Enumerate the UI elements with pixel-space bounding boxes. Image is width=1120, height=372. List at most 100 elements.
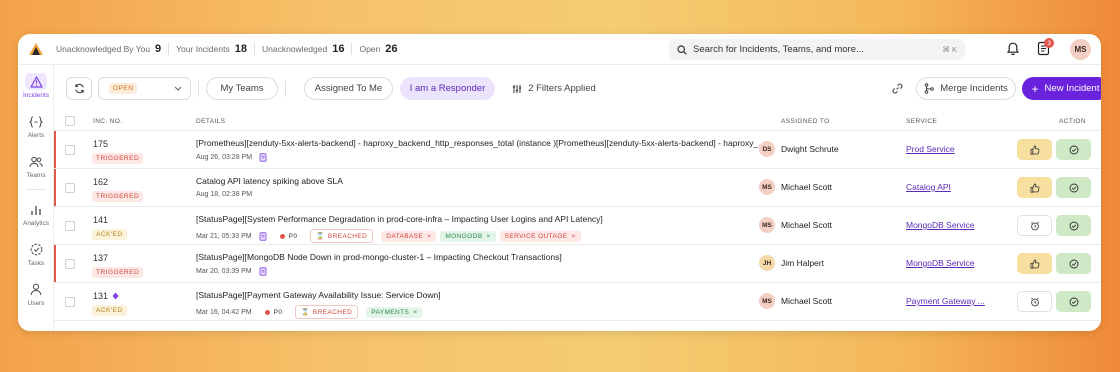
- assignee[interactable]: MS Michael Scott: [759, 293, 832, 309]
- acknowledge-button[interactable]: [1017, 177, 1052, 198]
- table-row[interactable]: 162 TRIGGERED Catalog API latency spikin…: [54, 169, 1101, 207]
- resolve-button[interactable]: [1056, 215, 1091, 236]
- acknowledge-button[interactable]: [1017, 253, 1052, 274]
- incident-meta: Mar 21, 05:33 PM P0 ⌛ BREACHED DATABASE × …: [196, 229, 581, 243]
- close-icon[interactable]: ×: [486, 233, 490, 240]
- snooze-button[interactable]: [1017, 291, 1052, 312]
- bell-icon[interactable]: [1006, 42, 1020, 61]
- document-icon[interactable]: [259, 267, 267, 276]
- document-icon[interactable]: [259, 231, 267, 241]
- count-unack-by-you[interactable]: Unacknowledged By You 9: [56, 43, 161, 55]
- incident-title[interactable]: [Prometheus][zenduty-5xx-alerts-backend]…: [196, 138, 771, 148]
- thumbs-up-icon: [1030, 183, 1040, 193]
- service-link[interactable]: Catalog API: [906, 182, 951, 192]
- row-checkbox[interactable]: [65, 297, 75, 307]
- sidebar-item-analytics[interactable]: Analytics: [18, 197, 54, 231]
- incident-title[interactable]: [StatusPage][Payment Gateway Availabilit…: [196, 290, 771, 300]
- incident-number-value: 131: [93, 291, 109, 301]
- resolve-button[interactable]: [1056, 291, 1091, 312]
- thumbs-up-icon: [1030, 145, 1040, 155]
- resolve-button[interactable]: [1056, 139, 1091, 160]
- braces-icon: [25, 113, 47, 130]
- assignee[interactable]: MS Michael Scott: [759, 217, 832, 233]
- snooze-button[interactable]: [1017, 215, 1052, 236]
- top-bar: Unacknowledged By You 9 Your Incidents 1…: [18, 34, 1101, 65]
- sla-badge: ⌛ BREACHED: [310, 229, 374, 243]
- status-badge: ACK'ED: [92, 229, 127, 240]
- search-shortcut: ⌘ K: [942, 45, 957, 54]
- acknowledge-button[interactable]: [1017, 139, 1052, 160]
- assignee-avatar: DS: [759, 141, 775, 157]
- table-row[interactable]: 175 TRIGGERED [Prometheus][zenduty-5xx-a…: [54, 131, 1101, 169]
- incident-number[interactable]: 131: [93, 291, 119, 301]
- people-icon: [25, 153, 47, 170]
- close-icon[interactable]: ×: [413, 309, 417, 316]
- priority-badge: P0: [260, 307, 288, 318]
- sidebar-item-incidents[interactable]: Incidents: [18, 69, 54, 103]
- priority-label: P0: [273, 308, 283, 316]
- select-all-checkbox[interactable]: [65, 116, 75, 126]
- incident-number[interactable]: 141: [93, 215, 108, 225]
- count-unacknowledged[interactable]: Unacknowledged 16: [262, 43, 344, 55]
- status-filter-select[interactable]: OPEN: [98, 77, 191, 100]
- table-row[interactable]: 131 ACK'ED [StatusPage][Payment Gateway …: [54, 283, 1101, 321]
- service-link[interactable]: Payment Gateway ...: [906, 296, 985, 306]
- my-teams-button[interactable]: My Teams: [206, 77, 278, 100]
- count-your-incidents[interactable]: Your Incidents 18: [176, 43, 247, 55]
- resolve-button[interactable]: [1056, 177, 1091, 198]
- responder-button[interactable]: I am a Responder: [400, 77, 495, 100]
- row-checkbox[interactable]: [65, 145, 75, 155]
- incident-title[interactable]: [StatusPage][MongoDB Node Down in prod-m…: [196, 252, 771, 262]
- merge-incidents-button[interactable]: Merge Incidents: [916, 77, 1016, 100]
- tag-chip[interactable]: DATABASE ×: [381, 230, 437, 242]
- tag-chip[interactable]: PAYMENTS ×: [366, 306, 423, 318]
- filters-button[interactable]: 2 Filters Applied: [504, 77, 604, 100]
- table-row[interactable]: 137 TRIGGERED [StatusPage][MongoDB Node …: [54, 245, 1101, 283]
- app-window: Unacknowledged By You 9 Your Incidents 1…: [18, 34, 1101, 331]
- incidents-table: INC. NO. DETAILS ASSIGNED TO SERVICE ACT…: [54, 111, 1101, 321]
- incident-number[interactable]: 175: [93, 139, 108, 149]
- refresh-button[interactable]: [66, 77, 92, 100]
- assignee[interactable]: JH Jim Halpert: [759, 255, 824, 271]
- user-avatar[interactable]: MS: [1070, 39, 1091, 60]
- sla-label: BREACHED: [327, 232, 368, 240]
- divider: [26, 189, 46, 190]
- sidebar-item-users[interactable]: Users: [18, 277, 54, 311]
- incident-number[interactable]: 162: [93, 177, 108, 187]
- document-icon[interactable]: [259, 153, 267, 162]
- assignee[interactable]: MS Michael Scott: [759, 179, 832, 195]
- plus-icon: +: [1031, 81, 1039, 96]
- assigned-to-me-button[interactable]: Assigned To Me: [304, 77, 393, 100]
- sidebar-item-teams[interactable]: Teams: [18, 149, 54, 183]
- row-checkbox[interactable]: [65, 259, 75, 269]
- link-button[interactable]: [885, 77, 909, 100]
- priority-dot: [279, 233, 285, 239]
- count-open[interactable]: Open 26: [359, 43, 397, 55]
- incident-date: Aug 18, 02:38 PM: [196, 191, 253, 198]
- service-link[interactable]: MongoDB Service: [906, 258, 975, 268]
- app-logo[interactable]: [18, 42, 54, 56]
- close-icon[interactable]: ×: [427, 233, 431, 240]
- tag-chip[interactable]: SERVICE OUTAGE ×: [499, 230, 581, 242]
- incident-meta: Mar 16, 04:42 PM P0 ⌛ BREACHED PAYMENTS ×: [196, 305, 423, 319]
- resolve-button[interactable]: [1056, 253, 1091, 274]
- incident-title[interactable]: Catalog API latency spiking above SLA: [196, 176, 771, 186]
- service-link[interactable]: Prod Service: [906, 144, 955, 154]
- close-icon[interactable]: ×: [571, 233, 575, 240]
- table-row[interactable]: 141 ACK'ED [StatusPage][System Performan…: [54, 207, 1101, 245]
- sidebar-item-label: Users: [27, 300, 45, 307]
- sidebar-item-alerts[interactable]: Alerts: [18, 109, 54, 143]
- row-checkbox[interactable]: [65, 183, 75, 193]
- service-link[interactable]: MongoDB Service: [906, 220, 975, 230]
- assignee-name: Michael Scott: [781, 220, 833, 230]
- sidebar-item-tasks[interactable]: Tasks: [18, 237, 54, 271]
- new-incident-button[interactable]: + New Incident: [1022, 77, 1101, 100]
- assignee[interactable]: DS Dwight Schrute: [759, 141, 839, 157]
- tag-chip[interactable]: MONGODB ×: [440, 230, 496, 242]
- search-input[interactable]: Search for Incidents, Teams, and more...…: [669, 39, 965, 60]
- incident-number[interactable]: 137: [93, 253, 108, 263]
- tag-label: PAYMENTS: [371, 308, 410, 316]
- assignee-name: Michael Scott: [781, 182, 833, 192]
- incident-title[interactable]: [StatusPage][System Performance Degradat…: [196, 214, 771, 224]
- row-checkbox[interactable]: [65, 221, 75, 231]
